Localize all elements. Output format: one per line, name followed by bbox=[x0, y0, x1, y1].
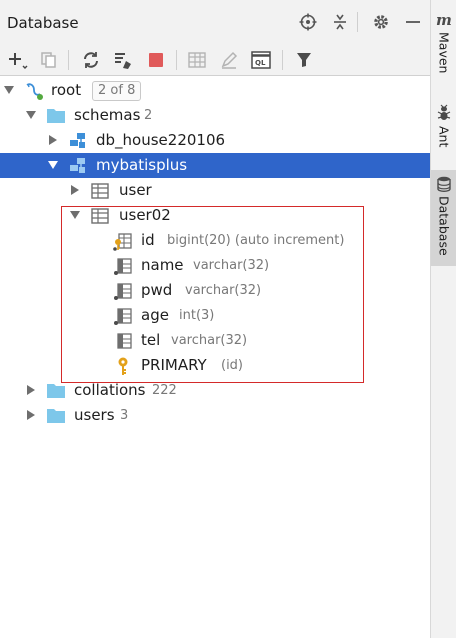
database-tab-label: Database bbox=[436, 196, 452, 256]
title-separator bbox=[357, 12, 358, 32]
node-label: collations bbox=[74, 381, 146, 399]
collapse-all-icon[interactable] bbox=[330, 12, 350, 32]
stop-icon[interactable] bbox=[145, 49, 167, 71]
filter-icon[interactable] bbox=[293, 49, 315, 71]
annotation-highlight-box bbox=[61, 206, 364, 383]
node-label: user bbox=[119, 181, 152, 199]
edit-pencil-icon[interactable] bbox=[218, 49, 240, 71]
folder-icon bbox=[47, 384, 65, 398]
ant-tab[interactable]: Ant bbox=[431, 104, 456, 147]
folder-icon bbox=[47, 109, 65, 123]
node-label: users bbox=[74, 406, 115, 424]
tree-node-db-house[interactable]: db_house220106 bbox=[0, 128, 430, 153]
gear-icon[interactable] bbox=[371, 12, 391, 32]
node-label: schemas bbox=[74, 106, 141, 124]
node-count: 2 bbox=[144, 108, 153, 123]
collapsed-arrow-icon[interactable] bbox=[48, 135, 58, 145]
expanded-arrow-icon[interactable] bbox=[26, 110, 36, 120]
node-label: root bbox=[51, 81, 82, 99]
collapsed-arrow-icon[interactable] bbox=[70, 185, 80, 195]
maven-tab-label: Maven bbox=[436, 32, 452, 74]
ant-tab-label: Ant bbox=[436, 126, 452, 148]
query-console-icon[interactable]: QL bbox=[250, 49, 272, 71]
locate-icon[interactable] bbox=[298, 12, 318, 32]
database-icon bbox=[437, 176, 451, 192]
folder-icon bbox=[47, 409, 65, 423]
right-tool-strip: m Maven Ant Database bbox=[430, 0, 456, 638]
add-icon[interactable] bbox=[7, 49, 29, 71]
table-icon bbox=[91, 183, 109, 199]
tree-node-schemas[interactable]: schemas 2 bbox=[0, 103, 430, 128]
schema-icon bbox=[70, 158, 85, 173]
collapsed-arrow-icon[interactable] bbox=[26, 385, 36, 395]
schema-icon bbox=[70, 133, 85, 148]
refresh-icon[interactable] bbox=[80, 49, 102, 71]
database-tab[interactable]: Database bbox=[431, 170, 456, 266]
tree-node-users[interactable]: users 3 bbox=[0, 403, 430, 428]
svg-text:QL: QL bbox=[255, 59, 266, 67]
database-tool-window: Database QL root 2 of 8 schemas 2 db_hou… bbox=[0, 0, 430, 638]
ant-icon bbox=[437, 104, 451, 120]
maven-tab[interactable]: m Maven bbox=[431, 12, 456, 73]
minimize-icon[interactable] bbox=[403, 12, 423, 32]
svg-text:m: m bbox=[436, 12, 452, 28]
data-source-properties-icon[interactable] bbox=[112, 49, 134, 71]
node-label: db_house220106 bbox=[96, 131, 226, 149]
title-bar: Database bbox=[0, 0, 430, 44]
maven-icon: m bbox=[436, 12, 452, 28]
data-source-icon bbox=[26, 83, 43, 100]
duplicate-icon[interactable] bbox=[38, 49, 60, 71]
node-count: 3 bbox=[120, 408, 129, 423]
node-count: 222 bbox=[152, 383, 177, 398]
panel-title: Database bbox=[7, 14, 79, 32]
table-editor-icon[interactable] bbox=[186, 49, 208, 71]
tree-node-table-user[interactable]: user bbox=[0, 178, 430, 203]
tree-node-root[interactable]: root 2 of 8 bbox=[0, 78, 430, 103]
expanded-arrow-icon[interactable] bbox=[4, 85, 14, 95]
tree-node-mybatisplus[interactable]: mybatisplus bbox=[0, 153, 430, 178]
node-label: mybatisplus bbox=[96, 156, 188, 174]
collapsed-arrow-icon[interactable] bbox=[26, 410, 36, 420]
schema-count-badge: 2 of 8 bbox=[92, 81, 142, 101]
toolbar: QL bbox=[0, 44, 430, 76]
expanded-arrow-icon[interactable] bbox=[48, 160, 58, 170]
